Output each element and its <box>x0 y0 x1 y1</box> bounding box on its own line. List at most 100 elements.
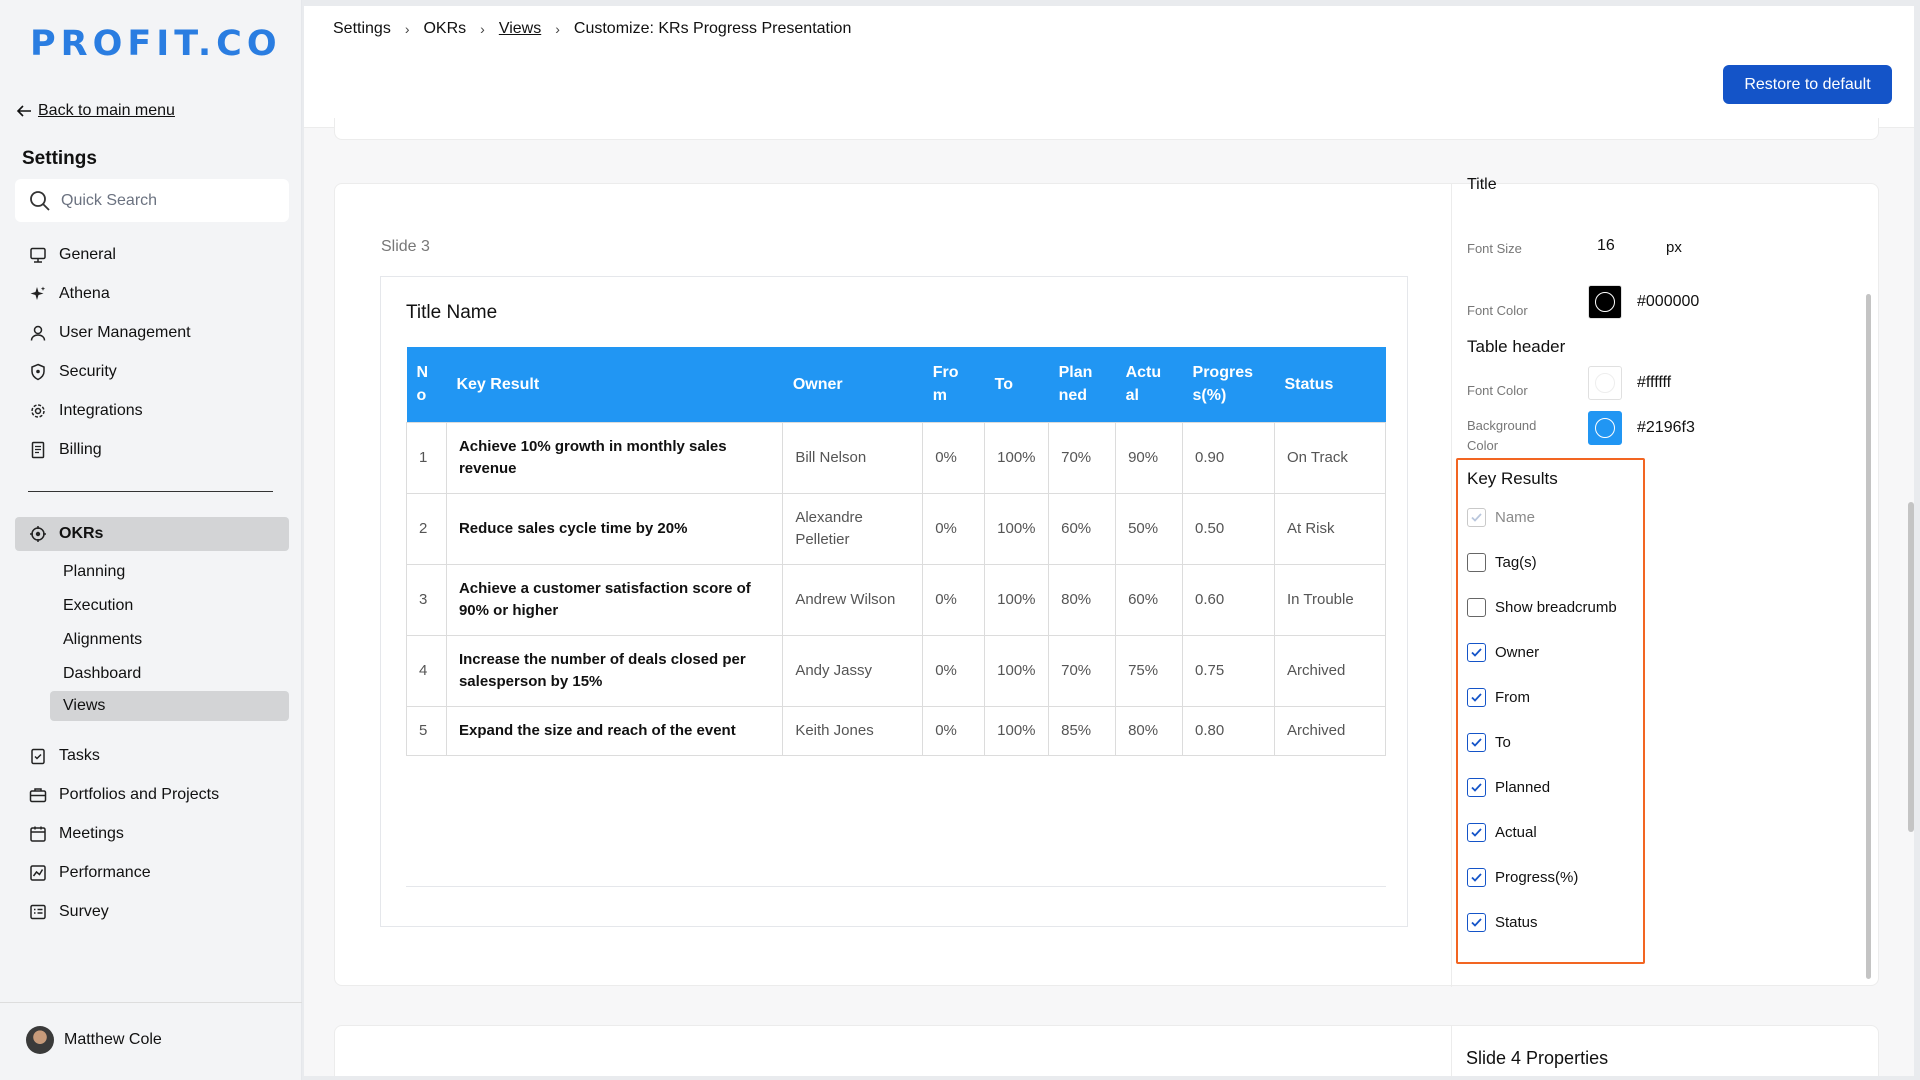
sidebar-item-portfolios-and-projects[interactable]: Portfolios and Projects <box>15 775 289 814</box>
breadcrumb-settings[interactable]: Settings <box>333 20 391 38</box>
key-result-name-cell: Expand the size and reach of the event <box>445 705 784 756</box>
quick-search <box>15 179 289 222</box>
key-results-highlight-box <box>1456 458 1645 964</box>
sidebar-subitem-views[interactable]: Views <box>50 691 289 721</box>
table-cell: 0.75 <box>1182 634 1275 707</box>
checkbox[interactable] <box>1467 643 1486 662</box>
sidebar-item-security[interactable]: Security <box>15 352 289 391</box>
sidebar-subitem-dashboard[interactable]: Dashboard <box>15 657 289 691</box>
table-cell: 0% <box>922 634 986 707</box>
sidebar-item-label: Billing <box>59 440 102 458</box>
sidebar-item-label: Security <box>59 362 117 380</box>
arrow-left-icon <box>16 105 31 117</box>
sidebar-item-user-management[interactable]: User Management <box>15 313 289 352</box>
breadcrumb-views[interactable]: Views <box>499 20 541 38</box>
key-results-option-show-breadcrumb[interactable]: Show breadcrumb <box>1467 598 1617 617</box>
key-results-option-status[interactable]: Status <box>1467 913 1538 932</box>
checkbox[interactable] <box>1467 688 1486 707</box>
back-to-main-menu-label: Back to main menu <box>38 102 175 119</box>
checkbox-label: Name <box>1495 509 1536 526</box>
quick-search-input[interactable] <box>61 191 281 210</box>
sidebar-item-athena[interactable]: Athena <box>15 274 289 313</box>
table-cell: 0% <box>922 563 986 636</box>
profit-co-logo[interactable]: PROFIT.CO <box>30 24 282 64</box>
sidebar-divider <box>28 491 273 492</box>
page-scrollbar[interactable] <box>1908 502 1914 832</box>
sidebar-item-label: Portfolios and Projects <box>59 785 220 803</box>
table-cell: 0.90 <box>1182 421 1275 494</box>
key-results-option-planned[interactable]: Planned <box>1467 778 1550 797</box>
sidebar-item-tasks[interactable]: Tasks <box>15 736 289 775</box>
sidebar-item-general[interactable]: General <box>15 235 289 274</box>
checkbox[interactable] <box>1467 733 1486 752</box>
key-results-option-progress[interactable]: Progress(%) <box>1467 868 1578 887</box>
slide-4-properties-heading: Slide 4 Properties <box>1466 1048 1609 1068</box>
table-header-cell: Fro m <box>922 347 985 422</box>
table-cell: 5 <box>406 705 447 756</box>
sidebar-item-label: General <box>59 245 116 263</box>
sidebar-subitem-alignments[interactable]: Alignments <box>15 623 289 657</box>
checkbox[interactable] <box>1467 778 1486 797</box>
sidebar-subitem-planning[interactable]: Planning <box>15 555 289 589</box>
checkbox[interactable] <box>1467 913 1486 932</box>
color-dot <box>1595 373 1615 393</box>
table-cell: 80% <box>1115 705 1184 756</box>
table-cell: 60% <box>1048 492 1117 565</box>
checkmark-icon <box>1471 828 1482 837</box>
checkbox-label: Status <box>1495 914 1538 931</box>
checkbox-label: Planned <box>1495 779 1551 796</box>
sidebar-subitem-execution[interactable]: Execution <box>15 589 289 623</box>
header-font-color-swatch[interactable] <box>1588 366 1622 400</box>
title-font-color-swatch[interactable] <box>1588 285 1622 319</box>
table-header-cell: Key Result <box>446 347 783 422</box>
table-cell: 3 <box>406 563 447 636</box>
header-background-color-value[interactable]: #2196f3 <box>1637 419 1695 437</box>
sidebar-item-performance[interactable]: Performance <box>15 853 289 892</box>
header-background-color-swatch[interactable] <box>1588 411 1622 445</box>
title-font-color-value[interactable]: #000000 <box>1637 293 1699 311</box>
calendar-icon <box>30 826 46 842</box>
checkbox[interactable] <box>1467 868 1486 887</box>
panel-scrollbar[interactable] <box>1866 294 1871 979</box>
table-header-cell: Owner <box>782 347 923 422</box>
checkbox[interactable] <box>1467 598 1486 617</box>
table-cell: Archived <box>1273 634 1387 707</box>
key-results-option-to[interactable]: To <box>1467 733 1511 752</box>
checkbox[interactable] <box>1467 553 1486 572</box>
header-font-color-value[interactable]: #ffffff <box>1637 374 1671 392</box>
table-row: 2 Reduce sales cycle time by 20% Alexandre… <box>406 492 1387 565</box>
table-header-cell: Progres s(%) <box>1182 347 1275 422</box>
sidebar-item-integrations[interactable]: Integrations <box>15 391 289 430</box>
avatar <box>26 1026 54 1054</box>
checkbox-label: To <box>1495 734 1511 751</box>
key-results-option-owner[interactable]: Owner <box>1467 643 1539 662</box>
table-row: 5 Expand the size and reach of the event K… <box>406 705 1387 756</box>
checkmark-icon <box>1471 783 1482 792</box>
user-name: Matthew Cole <box>64 1031 162 1048</box>
table-cell: In Trouble <box>1273 563 1387 636</box>
sidebar-item-label: Survey <box>59 902 109 920</box>
user-profile[interactable]: Matthew Cole <box>26 1026 162 1054</box>
sidebar-item-okrs[interactable]: OKRs <box>15 517 289 551</box>
user-icon <box>30 325 46 341</box>
table-header-cell: Actu al <box>1115 347 1183 422</box>
sidebar-item-meetings[interactable]: Meetings <box>15 814 289 853</box>
header-background-color-label: Background Color <box>1467 418 1537 453</box>
restore-to-default-button[interactable]: Restore to default <box>1723 65 1892 104</box>
sidebar-item-survey[interactable]: Survey <box>15 892 289 931</box>
checkbox[interactable] <box>1467 823 1486 842</box>
sidebar-item-billing[interactable]: Billing <box>15 430 289 469</box>
key-results-option-name: Name <box>1467 508 1535 527</box>
sidebar-item-label: Performance <box>59 863 151 881</box>
key-results-option-tag-s[interactable]: Tag(s) <box>1467 553 1537 572</box>
back-to-main-menu-link[interactable]: Back to main menu <box>16 102 175 120</box>
font-size-input[interactable]: 16 <box>1597 237 1615 255</box>
settings-title: Settings <box>22 148 97 169</box>
key-results-option-actual[interactable]: Actual <box>1467 823 1537 842</box>
sidebar-item-label: Integrations <box>59 401 143 419</box>
key-results-option-from[interactable]: From <box>1467 688 1530 707</box>
table-cell: 100% <box>984 492 1050 565</box>
table-cell: 0.60 <box>1182 563 1275 636</box>
breadcrumb-okrs[interactable]: OKRs <box>423 20 466 38</box>
table-cell: 85% <box>1048 705 1117 756</box>
